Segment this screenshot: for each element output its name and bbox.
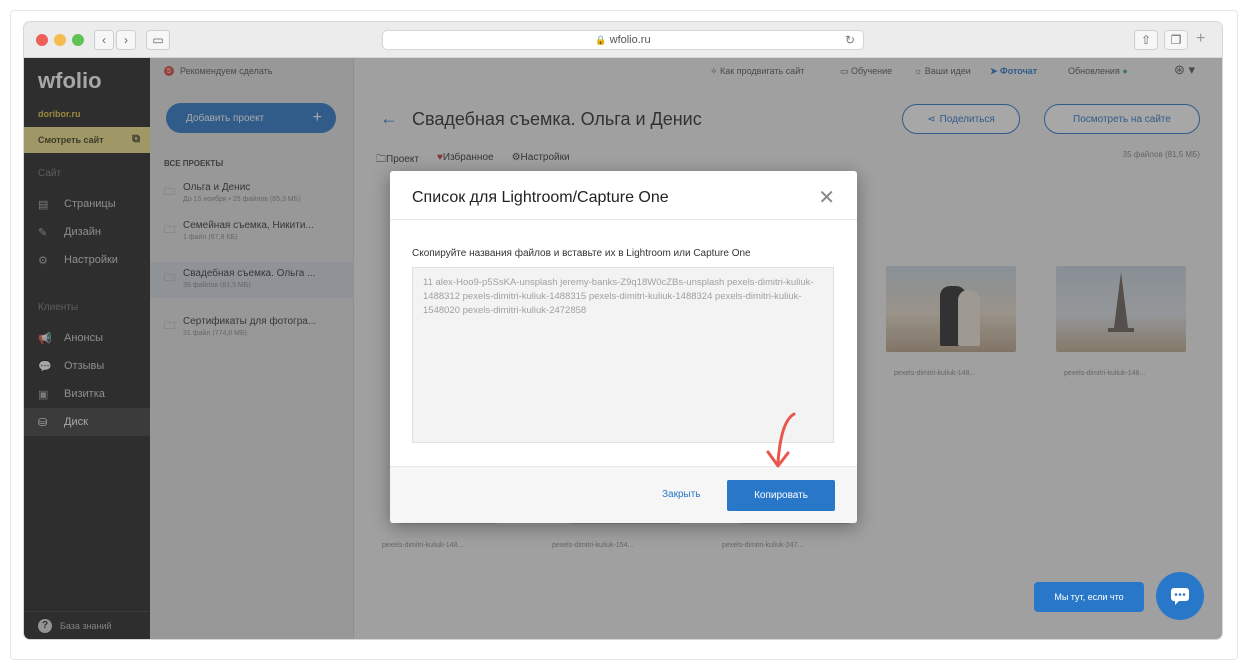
- chat-tooltip[interactable]: Мы тут, если что: [1034, 582, 1144, 612]
- close-icon[interactable]: ✕: [818, 185, 835, 210]
- lock-icon: 🔒: [595, 34, 607, 45]
- address-bar[interactable]: 🔒 wfolio.ru ↻: [382, 30, 864, 50]
- dialog-title: Список для Lightroom/Capture One: [412, 189, 669, 206]
- new-tab-icon[interactable]: +: [1196, 30, 1205, 48]
- browser-window: ‹ › ▭ 🔒 wfolio.ru ↻ ⇧ ❐ + wfolio doribor…: [24, 22, 1222, 639]
- sidebar-toggle-icon[interactable]: ▭: [146, 30, 170, 50]
- close-button[interactable]: Закрыть: [662, 489, 701, 500]
- forward-nav-icon[interactable]: ›: [116, 30, 136, 50]
- dialog-instructions: Скопируйте названия файлов и вставьте их…: [412, 248, 751, 259]
- divider: [390, 219, 857, 220]
- browser-toolbar: ‹ › ▭ 🔒 wfolio.ru ↻ ⇧ ❐ +: [24, 22, 1222, 58]
- share-page-icon[interactable]: ⇧: [1134, 30, 1158, 50]
- dialog-footer: Закрыть Копировать: [390, 466, 857, 523]
- maximize-window-icon[interactable]: [72, 34, 84, 46]
- minimize-window-icon[interactable]: [54, 34, 66, 46]
- tabs-icon[interactable]: ❐: [1164, 30, 1188, 50]
- back-nav-icon[interactable]: ‹: [94, 30, 114, 50]
- chat-bubble-icon: [1171, 588, 1189, 605]
- chat-button[interactable]: [1156, 572, 1204, 620]
- url-text: wfolio.ru: [609, 34, 651, 46]
- close-window-icon[interactable]: [36, 34, 48, 46]
- annotation-arrow-icon: [766, 412, 796, 468]
- reload-icon[interactable]: ↻: [845, 33, 855, 47]
- copy-button[interactable]: Копировать: [727, 480, 835, 511]
